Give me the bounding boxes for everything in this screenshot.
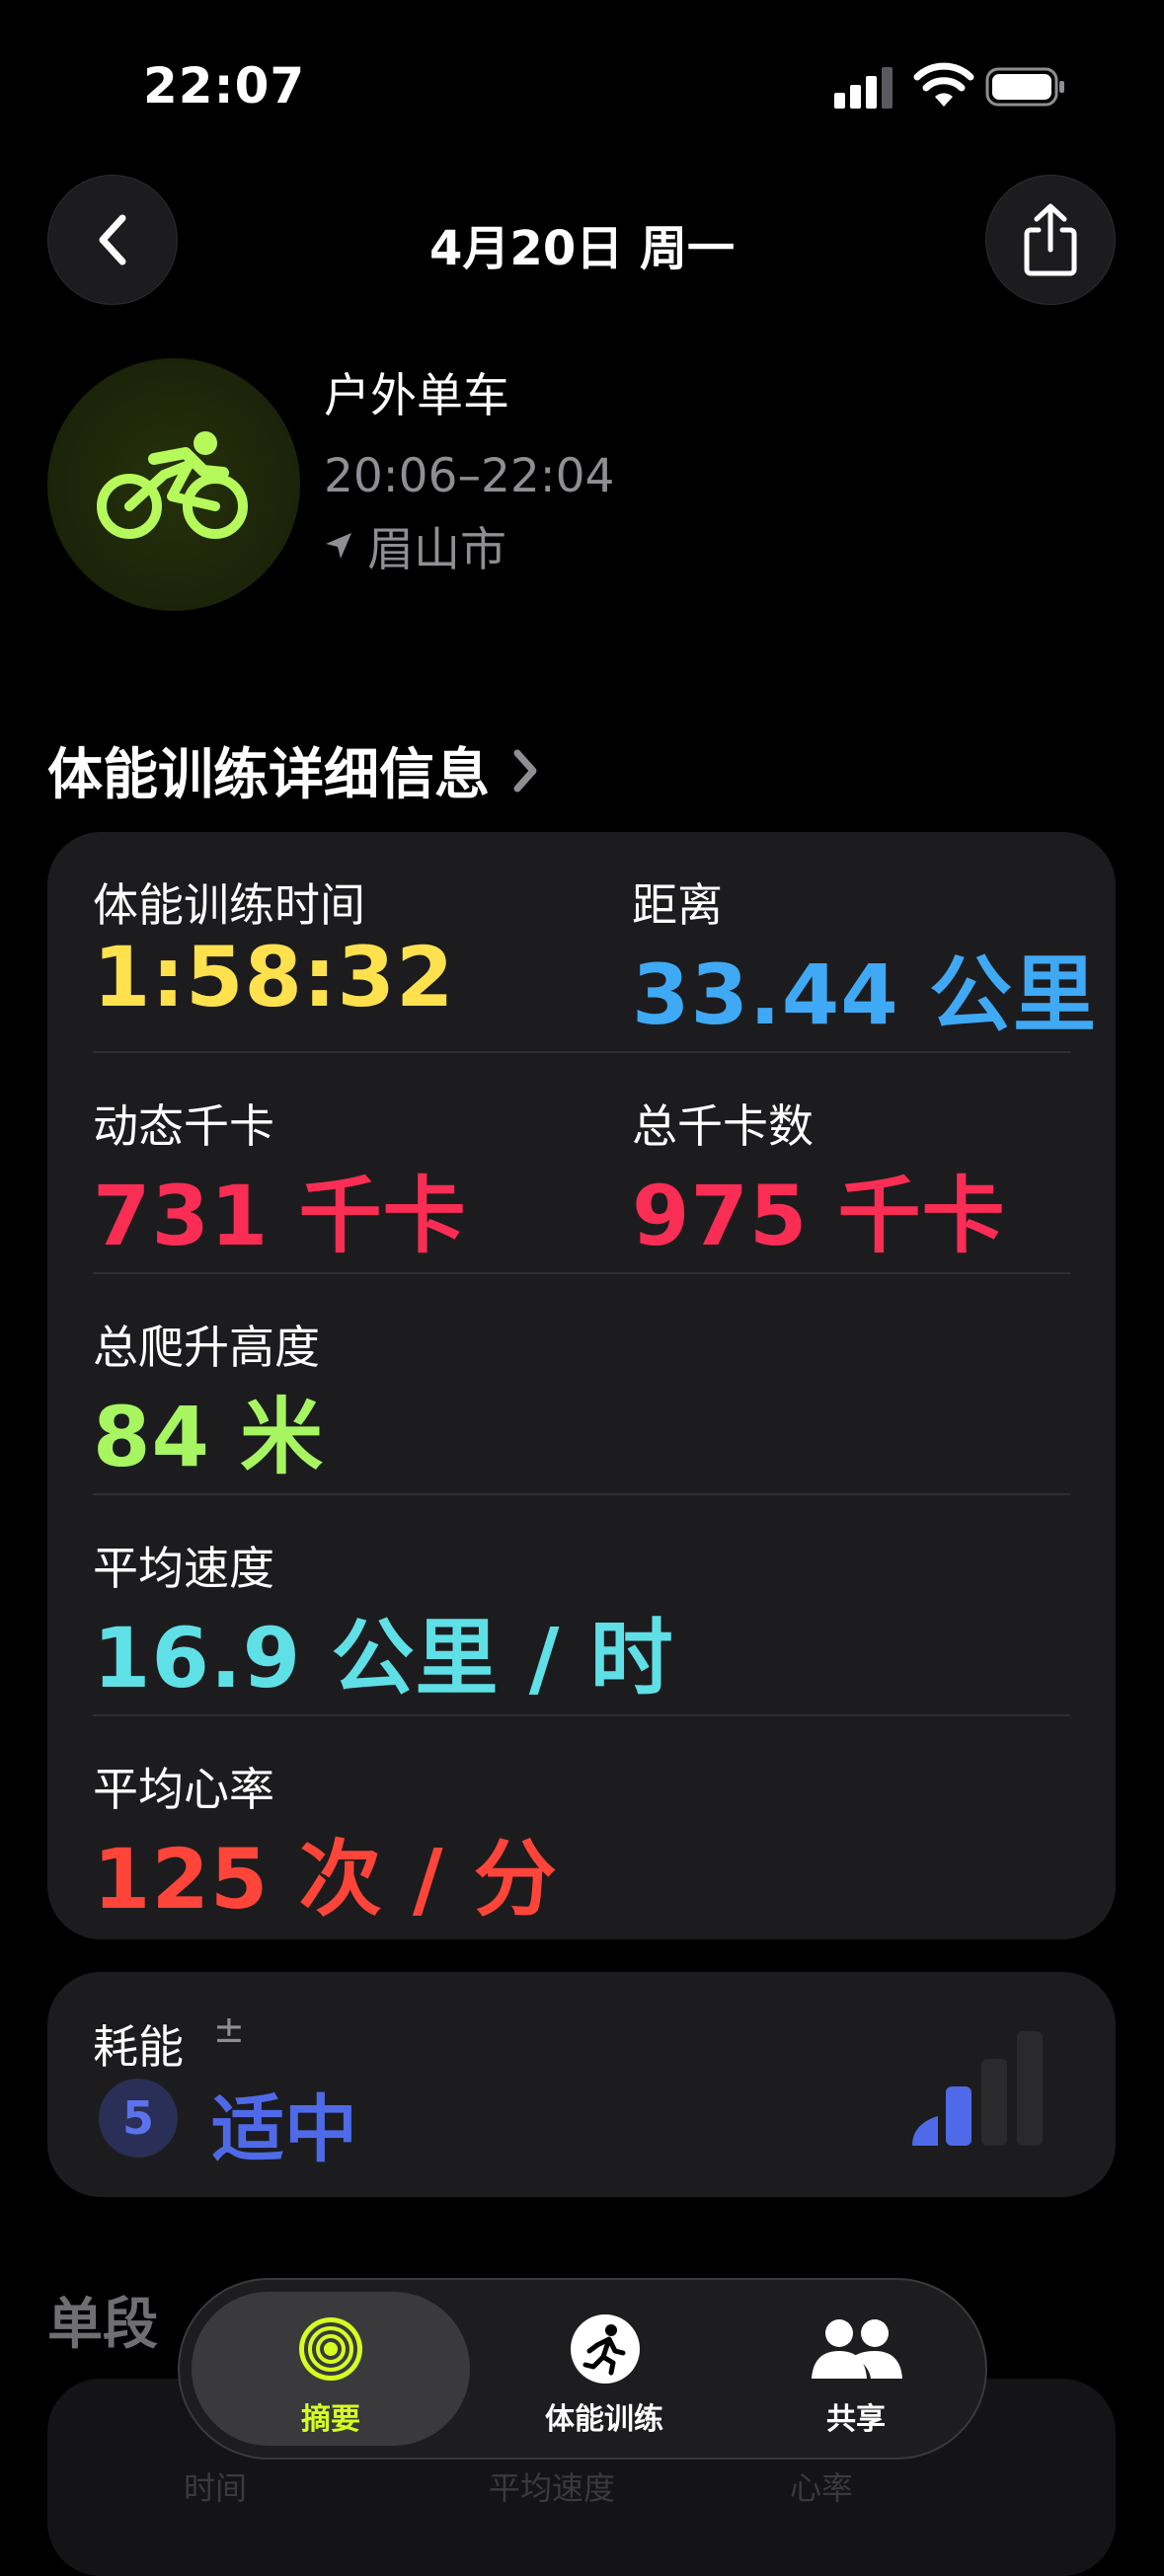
share-button[interactable]: [985, 175, 1116, 305]
divider: [93, 1272, 1070, 1274]
cycling-icon: [97, 431, 248, 539]
tab-sharing-label: 共享: [826, 2402, 886, 2437]
details-section-title: 体能训练详细信息: [47, 743, 490, 807]
chevron-right-icon: [513, 749, 537, 792]
metric-label-workout-time: 体能训练时间: [93, 878, 365, 932]
tab-sharing[interactable]: 共享: [733, 2292, 979, 2446]
metric-label-avg-hr: 平均心率: [93, 1763, 274, 1816]
metric-label-total-kcal: 总千卡数: [632, 1099, 814, 1153]
page-title: 4月20日 周一: [429, 221, 735, 276]
metric-label-elevation: 总爬升高度: [93, 1321, 320, 1374]
segments-column-time: 时间: [184, 2469, 248, 2507]
metric-label-avg-speed: 平均速度: [93, 1542, 274, 1595]
metric-value-elevation: 84 米: [93, 1389, 325, 1485]
effort-label: 耗能: [93, 2020, 184, 2074]
metric-label-distance: 距离: [632, 878, 723, 932]
metric-value-distance: 33.44 公里: [632, 947, 1097, 1043]
divider: [93, 1493, 1070, 1495]
workout-type: 户外单车: [324, 369, 509, 423]
metric-value-total-kcal: 975 千卡: [632, 1168, 1006, 1264]
workout-details-card[interactable]: 体能训练时间 1:58:32 距离 33.44 公里 动态千卡 731 千卡 总…: [47, 832, 1116, 1939]
running-figure-icon: [571, 2314, 640, 2384]
activity-rings-icon: [299, 2317, 362, 2381]
chevron-left-icon: [99, 214, 126, 265]
effort-modifier-icon: ±: [213, 2008, 245, 2051]
segments-column-speed: 平均速度: [489, 2469, 616, 2507]
details-section-header[interactable]: 体能训练详细信息: [47, 730, 539, 810]
tab-workouts-label: 体能训练: [545, 2402, 663, 2437]
metric-value-workout-time: 1:58:32: [93, 929, 455, 1025]
divider: [93, 1714, 1070, 1716]
cycling-icon-badge: [47, 358, 300, 611]
tab-summary[interactable]: 摘要: [192, 2292, 470, 2446]
effort-bars-icon: [912, 2031, 1043, 2146]
location-name: 眉山市: [367, 523, 506, 577]
location-arrow-icon: [326, 532, 351, 559]
share-icon: [1024, 203, 1077, 276]
battery-icon: [985, 67, 1064, 107]
effort-level-badge: 5: [99, 2079, 178, 2158]
metric-value-active-kcal: 731 千卡: [93, 1168, 467, 1264]
segments-title[interactable]: 单段: [47, 2280, 158, 2360]
sharing-people-icon: [812, 2319, 902, 2379]
effort-rating: 适中: [211, 2087, 357, 2172]
metric-label-active-kcal: 动态千卡: [93, 1099, 274, 1153]
tab-bar: 摘要 体能训练 共享: [178, 2278, 987, 2460]
segments-column-hr: 心率: [790, 2469, 854, 2507]
divider: [93, 1051, 1070, 1053]
workout-location: 眉山市: [324, 511, 506, 579]
metric-value-avg-hr: 125 次 / 分: [93, 1831, 558, 1928]
metric-value-avg-speed: 16.9 公里 / 时: [93, 1610, 674, 1706]
workout-time-range: 20:06–22:04: [324, 449, 615, 503]
back-button[interactable]: [47, 175, 178, 305]
wifi-icon: [913, 62, 974, 107]
cellular-signal-icon: [834, 67, 892, 109]
status-time: 22:07: [143, 57, 306, 114]
tab-summary-label: 摘要: [301, 2402, 360, 2437]
tab-workouts[interactable]: 体能训练: [476, 2292, 733, 2446]
effort-card[interactable]: 耗能 ± 5 适中: [47, 1972, 1116, 2197]
